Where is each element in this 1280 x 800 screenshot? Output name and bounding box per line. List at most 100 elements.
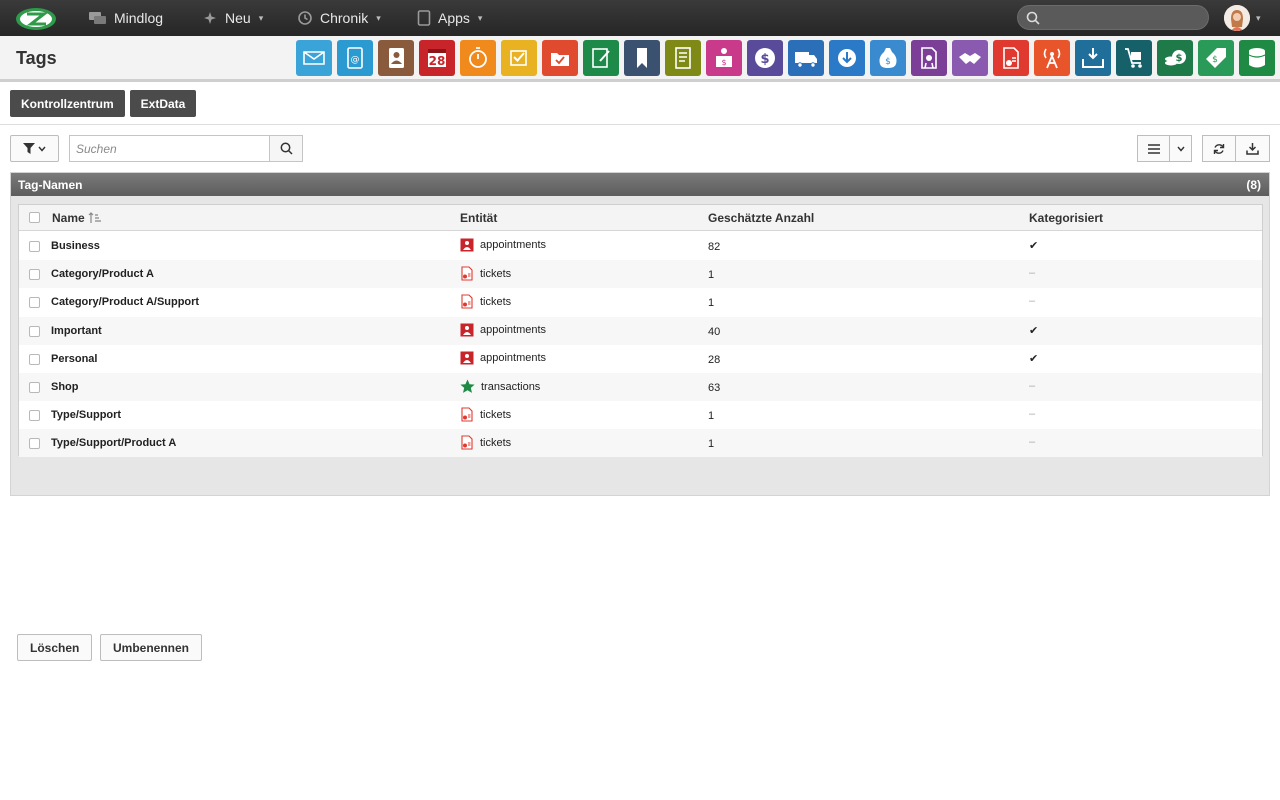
estimated-count: 1 (708, 297, 715, 310)
database-app-button[interactable] (1239, 40, 1275, 76)
inbox-download-app-button[interactable] (1075, 40, 1111, 76)
search-input[interactable] (69, 135, 270, 162)
handshake-app-button[interactable] (952, 40, 988, 76)
sparkle-icon (204, 12, 216, 24)
table-row[interactable]: Category/Product A tickets 1 – (19, 260, 1262, 289)
tickets-app-button[interactable] (993, 40, 1029, 76)
chevron-down-icon (1176, 146, 1185, 152)
calendar-day-label: 28 (429, 54, 446, 68)
download-button[interactable] (1235, 135, 1270, 162)
rename-button[interactable]: Umbenennen (100, 634, 203, 661)
entity-cell: tickets (460, 294, 511, 309)
notes-app-button[interactable] (583, 40, 619, 76)
tag-name: Type/Support/Product A (51, 437, 177, 450)
tag-name: Important (51, 324, 102, 337)
app-logo[interactable] (14, 4, 58, 32)
calendar-app-button[interactable]: 28 (419, 40, 455, 76)
row-checkbox[interactable] (29, 241, 40, 252)
tag-name: Category/Product A/Support (51, 296, 200, 309)
purchase-app-button[interactable] (829, 40, 865, 76)
column-header-name[interactable]: Name (52, 211, 102, 225)
nav-mindlog[interactable]: Mindlog (88, 0, 163, 36)
categorized-status: ✔ (1029, 324, 1039, 337)
tag-name: Type/Support (51, 409, 122, 422)
documents-app-button[interactable] (665, 40, 701, 76)
column-header-categorized[interactable]: Kategorisiert (1029, 211, 1103, 225)
price-tag-app-button[interactable]: $ (1198, 40, 1234, 76)
star-icon (460, 379, 475, 393)
nav-neu-label: Neu (225, 10, 251, 26)
row-checkbox[interactable] (29, 297, 40, 309)
row-checkbox[interactable] (29, 382, 40, 393)
search-button[interactable] (269, 135, 303, 162)
table-row[interactable]: Business appointments 82 ✔ (19, 232, 1262, 260)
global-search-input[interactable] (1046, 9, 1204, 27)
price-tag-icon: $ (1206, 48, 1226, 68)
nav-neu[interactable]: Neu ▾ (202, 0, 263, 36)
breadcrumb-kontrollzentrum[interactable]: Kontrollzentrum (10, 90, 125, 117)
tasks-icon (510, 50, 527, 66)
address-book-app-button[interactable]: @ (337, 40, 373, 76)
column-header-entity[interactable]: Entität (460, 211, 497, 225)
delivery-truck-app-button[interactable] (788, 40, 824, 76)
sales-desk-icon: $ (716, 48, 732, 67)
delivery-truck-icon (795, 52, 817, 68)
timer-app-button[interactable] (460, 40, 496, 76)
filter-button[interactable] (10, 135, 59, 162)
search-icon (280, 142, 293, 155)
svg-text:$: $ (1176, 53, 1183, 64)
estimated-count: 1 (708, 438, 715, 451)
row-checkbox[interactable] (29, 438, 40, 450)
contract-app-button[interactable] (911, 40, 947, 76)
row-checkbox[interactable] (29, 410, 40, 422)
tag-name: Shop (51, 381, 79, 393)
page-title: Tags (16, 48, 57, 68)
row-checkbox[interactable] (29, 325, 40, 337)
money-bag-app-button[interactable]: $ (870, 40, 906, 76)
entity-cell: tickets (460, 407, 511, 422)
purchase-icon (838, 49, 856, 67)
bookmark-app-button[interactable] (624, 40, 660, 76)
table-row[interactable]: Type/Support/Product A tickets 1 – (19, 429, 1262, 458)
mail-app-button[interactable] (296, 40, 332, 76)
refresh-button[interactable] (1202, 135, 1236, 162)
entity-label: appointments (480, 323, 547, 336)
table-row[interactable]: Personal appointments 28 ✔ (19, 345, 1262, 373)
estimated-count: 40 (708, 325, 721, 338)
table-row[interactable]: Type/Support tickets 1 – (19, 401, 1262, 429)
entity-label: appointments (480, 351, 547, 364)
select-all-checkbox[interactable] (29, 212, 40, 223)
categorized-status: – (1029, 267, 1036, 280)
mail-icon (303, 51, 325, 65)
tickets-icon (461, 266, 473, 281)
table-row[interactable]: Shop transactions 63 – (19, 373, 1262, 401)
view-list-button[interactable] (1137, 135, 1170, 162)
view-options-dropdown[interactable] (1169, 135, 1192, 162)
row-checkbox[interactable] (29, 269, 40, 281)
estimated-count: 1 (708, 410, 715, 423)
column-header-estimate[interactable]: Geschätzte Anzahl (708, 211, 814, 225)
table-header: Name Entität Geschätzte Anzahl Kategoris… (19, 205, 1262, 231)
user-menu[interactable]: ▾ (1224, 5, 1261, 31)
history-icon (298, 11, 312, 25)
cart-app-button[interactable] (1116, 40, 1152, 76)
record-count: (8) (1246, 178, 1261, 192)
chevron-down-icon: ▾ (258, 12, 264, 23)
contacts-app-button[interactable] (378, 40, 414, 76)
row-checkbox[interactable] (29, 353, 40, 365)
money-app-button[interactable]: $ (747, 40, 783, 76)
table-row[interactable]: Important appointments 40 ✔ (19, 316, 1262, 345)
table-row[interactable]: Category/Product A/Support tickets 1 – (19, 288, 1262, 316)
broadcast-app-button[interactable] (1034, 40, 1070, 76)
cash-app-button[interactable]: $ (1157, 40, 1193, 76)
nav-apps[interactable]: Apps ▾ (417, 0, 482, 36)
categorized-status: – (1029, 380, 1036, 392)
nav-chronik[interactable]: Chronik ▾ (297, 0, 381, 36)
tasks-app-button[interactable] (501, 40, 537, 76)
projects-app-button[interactable] (542, 40, 578, 76)
entity-label: tickets (480, 267, 512, 280)
panel-title: Tag-Namen (18, 178, 83, 192)
breadcrumb-extdata[interactable]: ExtData (129, 90, 197, 117)
delete-button[interactable]: Löschen (17, 634, 93, 661)
sales-desk-app-button[interactable]: $ (706, 40, 742, 76)
